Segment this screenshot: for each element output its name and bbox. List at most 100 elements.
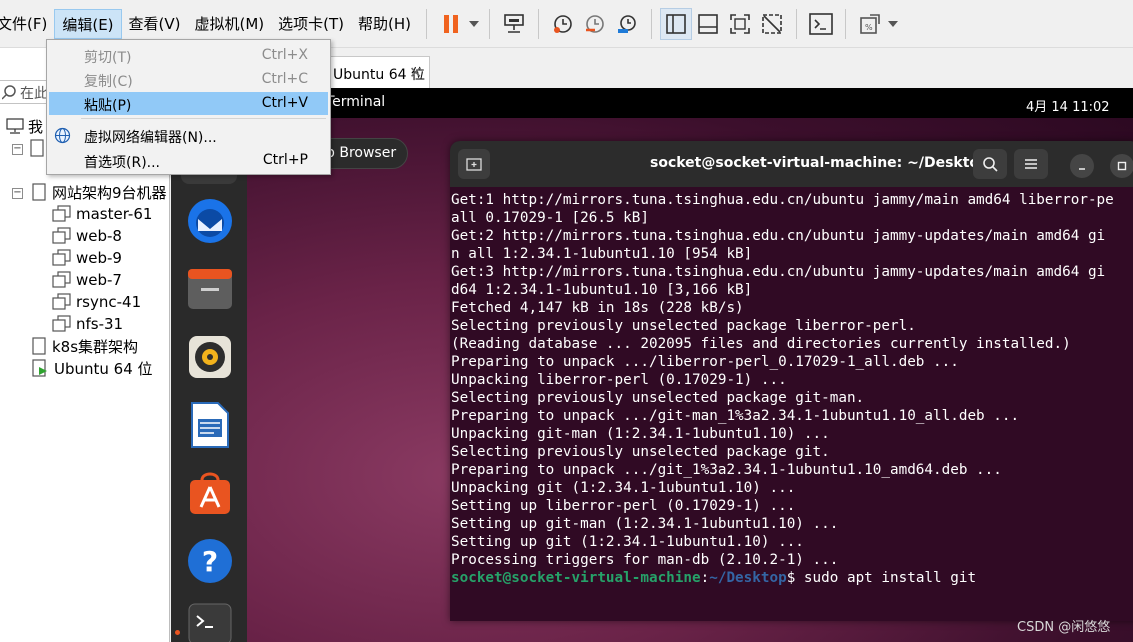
menu-item-shortcut: Ctrl+V: [261, 95, 308, 111]
tree-item-label: master-61: [76, 205, 153, 223]
menu-vm[interactable]: 虚拟机(M): [188, 9, 272, 39]
thumbnail-bar-button[interactable]: [692, 8, 724, 40]
terminal-headerbar[interactable]: socket@socket-virtual-machine: ~/Desktop: [450, 141, 1133, 187]
tree-item-my-computer[interactable]: 我: [6, 115, 43, 137]
prompt-separator: :: [700, 570, 710, 586]
new-tab-button[interactable]: [458, 149, 490, 179]
snapshot-manager-button[interactable]: [611, 8, 643, 40]
dock-rhythmbox[interactable]: [185, 332, 235, 382]
terminal-line: (Reading database ... 202095 files and d…: [451, 336, 1071, 352]
terminal-search-button[interactable]: [973, 149, 1007, 179]
browser-pill-label: b Browser: [326, 145, 397, 161]
pause-button[interactable]: [435, 8, 467, 40]
terminal-app-icon: [188, 603, 232, 642]
dock-software-center[interactable]: [185, 468, 235, 518]
terminal-prompt-line[interactable]: socket@socket-virtual-machine:~/Desktop$…: [451, 569, 1133, 587]
terminal-line: Unpacking git-man (1:2.34.1-1ubuntu1.10)…: [451, 426, 830, 442]
menu-separator: [81, 118, 326, 119]
tree-item-label: rsync-41: [76, 293, 142, 311]
minimize-button[interactable]: [1070, 154, 1094, 178]
hamburger-menu-icon: [1025, 159, 1037, 169]
vm-clone-icon: [52, 227, 71, 244]
prompt-path: ~/Desktop: [709, 570, 787, 586]
tree-collapse-toggle[interactable]: −: [12, 144, 23, 155]
folder-vm-icon: [32, 183, 46, 201]
terminal-line: Unpacking git (1:2.34.1-1ubuntu1.10) ...: [451, 480, 796, 496]
terminal-line: Fetched 4,147 kB in 18s (228 kB/s): [451, 300, 744, 316]
snapshot-button[interactable]: [547, 8, 579, 40]
menu-item-label: 粘贴(P): [84, 98, 132, 114]
maximize-button[interactable]: [1110, 154, 1133, 178]
tree-item-rsync-41[interactable]: rsync-41: [52, 291, 141, 313]
vm-clone-icon: [52, 293, 71, 310]
prompt-user: socket@socket-virtual-machine: [451, 570, 701, 586]
terminal-menu-button[interactable]: [1014, 149, 1048, 179]
menu-item-copy[interactable]: 复制(C) Ctrl+C: [49, 68, 328, 91]
terminal-line: Get:1 http://mirrors.tuna.tsinghua.edu.c…: [451, 192, 1114, 208]
menu-item-virtual-network-editor[interactable]: 虚拟网络编辑器(N)...: [49, 124, 328, 147]
tree-item-label: web-9: [76, 249, 122, 267]
menu-item-paste[interactable]: 粘贴(P) Ctrl+V: [49, 92, 328, 115]
power-dropdown[interactable]: [467, 8, 481, 40]
terminal-line: Preparing to unpack .../liberror-perl_0.…: [451, 354, 959, 370]
terminal-window[interactable]: socket@socket-virtual-machine: ~/Desktop…: [450, 141, 1133, 621]
menu-view[interactable]: 查看(V): [122, 9, 188, 39]
fullscreen-icon: [730, 13, 750, 34]
vm-running-icon: [32, 359, 47, 377]
menu-tabs[interactable]: 选项卡(T): [271, 9, 351, 39]
vm-clone-icon: [52, 249, 71, 266]
show-library-button[interactable]: [660, 7, 693, 40]
dock-thunderbird[interactable]: [185, 196, 235, 246]
menu-item-shortcut: Ctrl+X: [261, 47, 308, 63]
clock[interactable]: 4月 14 11:02: [1026, 96, 1110, 115]
dock-help[interactable]: ?: [185, 536, 235, 586]
terminal-line: Preparing to unpack .../git_1%3a2.34.1-1…: [451, 462, 1002, 478]
chevron-down-icon: [469, 20, 480, 27]
dock-terminal[interactable]: [185, 602, 235, 642]
active-app-title[interactable]: Terminal: [326, 94, 385, 110]
close-icon[interactable]: ✕: [409, 63, 422, 82]
tree-item-label: Ubuntu 64 位: [54, 357, 153, 379]
tree-item-web-9[interactable]: web-9: [52, 247, 122, 269]
tree-item-web-cluster-folder[interactable]: 网站架构9台机器: [30, 181, 167, 203]
files-folder-icon: [188, 269, 232, 309]
tree-collapse-toggle[interactable]: −: [12, 188, 23, 199]
dock-libreoffice-writer[interactable]: [185, 400, 235, 450]
menu-item-label: 复制(C): [84, 74, 133, 90]
unity-mode-button[interactable]: [756, 8, 788, 40]
toolbar-separator: [538, 8, 540, 39]
tree-item-nfs-31[interactable]: nfs-31: [52, 313, 123, 335]
menu-help[interactable]: 帮助(H): [351, 9, 418, 39]
menu-edit[interactable]: 编辑(E): [54, 8, 122, 39]
revert-snapshot-button[interactable]: [579, 8, 611, 40]
vm-tab-ubuntu[interactable]: Ubuntu 64 位 ✕: [330, 56, 430, 88]
terminal-line: n all 1:2.34.1-1ubuntu1.10 [954 kB]: [451, 246, 753, 262]
stretch-dropdown[interactable]: [886, 8, 900, 40]
tree-item-ubuntu-64[interactable]: Ubuntu 64 位: [30, 357, 153, 379]
send-ctrl-alt-del-button[interactable]: [498, 8, 530, 40]
thunderbird-icon: [188, 199, 232, 243]
menu-item-cut[interactable]: 剪切(T) Ctrl+X: [49, 44, 328, 67]
menu-item-label: 剪切(T): [84, 50, 132, 66]
prompt-command: $ sudo apt install git: [786, 570, 977, 586]
vm-clone-icon: [52, 271, 71, 288]
unity-mode-icon: [762, 13, 782, 34]
keyboard-network-icon: [504, 13, 524, 33]
toolbar-separator: [489, 8, 491, 39]
menu-file[interactable]: 文件(F): [0, 9, 54, 39]
terminal-line: Unpacking liberror-perl (0.17029-1) ...: [451, 372, 787, 388]
svg-text:%: %: [865, 23, 873, 32]
menu-item-preferences[interactable]: 首选项(R)... Ctrl+P: [49, 149, 328, 172]
tree-item-k8s-cluster[interactable]: k8s集群架构: [30, 335, 138, 357]
tree-item-web-8[interactable]: web-8: [52, 225, 122, 247]
fullscreen-button[interactable]: [724, 8, 756, 40]
console-view-button[interactable]: [805, 8, 837, 40]
dock-files[interactable]: [185, 264, 235, 314]
tree-item-master-61[interactable]: master-61: [52, 203, 152, 225]
edit-dropdown-menu: 剪切(T) Ctrl+X 复制(C) Ctrl+C 粘贴(P) Ctrl+V 虚…: [46, 39, 331, 175]
stretch-guest-button[interactable]: %: [854, 8, 886, 40]
tree-item-label: nfs-31: [76, 315, 124, 333]
terminal-line: Setting up git (1:2.34.1-1ubuntu1.10) ..…: [451, 534, 804, 550]
terminal-output[interactable]: Get:1 http://mirrors.tuna.tsinghua.edu.c…: [450, 187, 1133, 621]
tree-item-web-7[interactable]: web-7: [52, 269, 122, 291]
